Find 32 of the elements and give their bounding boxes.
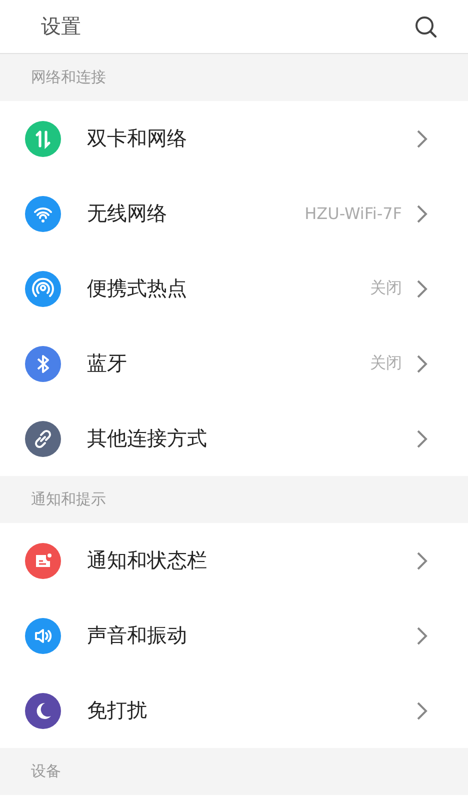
chevron-icon <box>416 204 428 224</box>
chevron-icon <box>416 550 428 570</box>
row-label: 声音和振动 <box>87 622 188 649</box>
row-label: 无线网络 <box>87 200 168 227</box>
chevron-icon <box>416 278 428 298</box>
row-label: 免打扰 <box>87 697 148 724</box>
settings-row[interactable]: 便携式热点 关闭 <box>0 251 468 326</box>
settings-row[interactable]: 免打扰 <box>0 673 468 748</box>
chevron-icon <box>416 626 428 646</box>
page-title: 设置 <box>41 13 81 40</box>
search-icon[interactable] <box>414 14 438 38</box>
chevron-icon <box>416 428 428 448</box>
settings-row[interactable]: 声音和振动 <box>0 598 468 673</box>
row-label: 其他连接方式 <box>87 425 208 452</box>
settings-row[interactable]: 蓝牙 关闭 <box>0 326 468 401</box>
row-label: 通知和状态栏 <box>87 547 208 574</box>
chevron-icon <box>416 700 428 720</box>
row-value: 关闭 <box>370 278 402 299</box>
settings-row[interactable]: 无线网络 HZU-WiFi-7F <box>0 176 468 251</box>
settings-row[interactable]: 双卡和网络 <box>0 101 468 176</box>
settings-row[interactable]: 其他连接方式 <box>0 401 468 476</box>
row-label: 便携式热点 <box>87 275 188 302</box>
section-header: 设备 <box>0 748 468 795</box>
section-header: 网络和连接 <box>0 54 468 101</box>
settings-row[interactable]: 通知和状态栏 <box>0 523 468 598</box>
chevron-icon <box>416 354 428 374</box>
row-value: 关闭 <box>370 353 402 374</box>
section-header: 通知和提示 <box>0 476 468 523</box>
row-label: 蓝牙 <box>87 350 128 377</box>
chevron-icon <box>416 128 428 148</box>
row-label: 双卡和网络 <box>87 125 188 152</box>
row-value: HZU-WiFi-7F <box>304 204 402 223</box>
